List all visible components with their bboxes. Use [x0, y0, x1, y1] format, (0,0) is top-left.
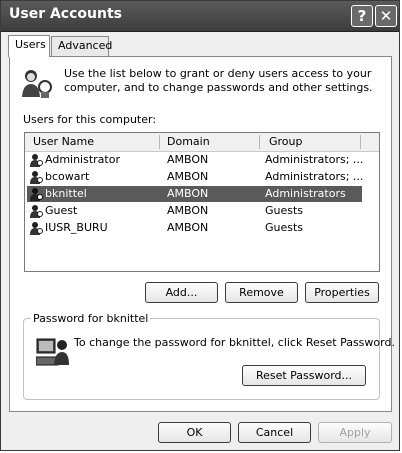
- close-icon[interactable]: ✕: [375, 5, 397, 27]
- column-separator[interactable]: [259, 135, 260, 149]
- domain-cell: AMBON: [167, 170, 209, 183]
- users-list-label: Users for this computer:: [23, 113, 157, 126]
- user-name-cell: IUSR_BURU: [45, 221, 108, 234]
- group-cell: Guests: [265, 204, 304, 217]
- tab-users[interactable]: Users: [8, 35, 50, 57]
- remove-button[interactable]: Remove: [225, 282, 298, 303]
- column-separator[interactable]: [360, 135, 361, 149]
- domain-cell: AMBON: [167, 187, 209, 200]
- user-name-cell: Guest: [45, 204, 78, 217]
- group-cell: Administrators; ...: [265, 170, 364, 183]
- user-icon: [30, 188, 43, 201]
- title-bar[interactable]: User Accounts ? ✕: [1, 1, 399, 32]
- user-icon: [30, 154, 43, 167]
- window-title: User Accounts: [9, 6, 122, 22]
- group-cell: Administrators: [265, 187, 346, 200]
- table-row[interactable]: IUSR_BURU AMBON Guests: [27, 220, 362, 236]
- password-group-title: Password for bknittel: [31, 312, 151, 325]
- column-header-domain[interactable]: Domain: [167, 135, 210, 148]
- column-header-user-name[interactable]: User Name: [33, 135, 94, 148]
- add-button[interactable]: Add...: [145, 282, 218, 303]
- user-icon: [30, 222, 43, 235]
- user-name-cell: bknittel: [45, 187, 87, 200]
- list-header: User Name Domain Group: [25, 133, 379, 152]
- cancel-button[interactable]: Cancel: [238, 422, 311, 443]
- properties-button[interactable]: Properties: [305, 282, 379, 303]
- computer-user-icon: [36, 338, 69, 366]
- domain-cell: AMBON: [167, 221, 209, 234]
- user-name-cell: Administrator: [45, 153, 120, 166]
- ok-button[interactable]: OK: [158, 422, 231, 443]
- intro-text: Use the list below to grant or deny user…: [64, 67, 373, 94]
- column-header-group[interactable]: Group: [269, 135, 303, 148]
- user-icon: [30, 205, 43, 218]
- users-icon: [22, 70, 52, 98]
- column-separator[interactable]: [159, 135, 160, 149]
- domain-cell: AMBON: [167, 153, 209, 166]
- users-list[interactable]: User Name Domain Group Administrator AMB…: [24, 132, 380, 272]
- password-groupbox: [23, 318, 380, 400]
- user-name-cell: bcowart: [45, 170, 90, 183]
- table-row[interactable]: Administrator AMBON Administrators; ...: [27, 152, 364, 168]
- table-row[interactable]: Guest AMBON Guests: [27, 203, 362, 219]
- domain-cell: AMBON: [167, 204, 209, 217]
- table-row-selected[interactable]: bknittel AMBON Administrators: [27, 186, 362, 202]
- group-cell: Guests: [265, 221, 304, 234]
- table-row[interactable]: bcowart AMBON Administrators; ...: [27, 169, 364, 185]
- help-icon[interactable]: ?: [351, 5, 373, 27]
- user-icon: [30, 171, 43, 184]
- group-cell: Administrators; ...: [265, 153, 364, 166]
- apply-button[interactable]: Apply: [318, 422, 392, 443]
- password-instructions: To change the password for bknittel, cli…: [74, 336, 395, 349]
- reset-password-button[interactable]: Reset Password...: [242, 365, 366, 386]
- tab-advanced[interactable]: Advanced: [51, 36, 112, 56]
